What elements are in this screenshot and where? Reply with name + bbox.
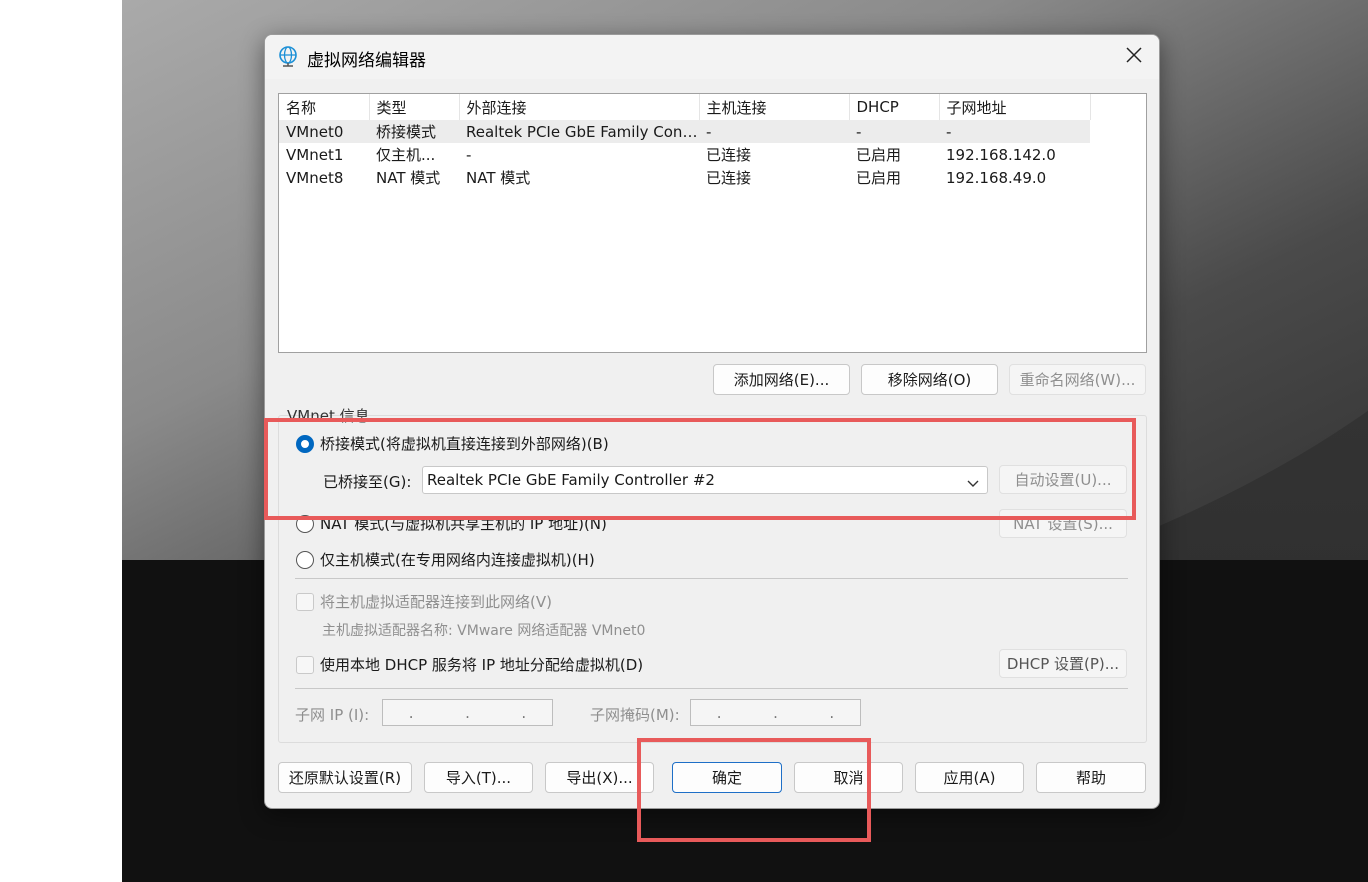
column-header-external[interactable]: 外部连接: [459, 94, 700, 120]
network-globe-icon: [277, 45, 299, 67]
bridged-to-label: 已桥接至(G):: [323, 473, 412, 491]
separator: [295, 578, 1128, 579]
table-cell: VMnet8: [286, 168, 344, 187]
table-cell: 已连接: [706, 169, 752, 187]
table-row-vmnet1[interactable]: VMnet1 仅主机... - 已连接 已启用 192.168.142.0: [279, 143, 1090, 166]
table-cell: NAT 模式: [466, 169, 531, 187]
column-header-host[interactable]: 主机连接: [699, 94, 850, 120]
use-dhcp-checkbox[interactable]: 使用本地 DHCP 服务将 IP 地址分配给虚拟机(D): [296, 654, 643, 675]
subnet-ip-input[interactable]: . . .: [382, 699, 553, 726]
use-dhcp-label: 使用本地 DHCP 服务将 IP 地址分配给虚拟机(D): [320, 656, 644, 674]
cancel-button[interactable]: 取消: [794, 762, 903, 793]
host-only-label: 仅主机模式(在专用网络内连接虚拟机)(H): [320, 551, 595, 569]
network-list[interactable]: 名称 类型 外部连接 主机连接 DHCP 子网地址 VMnet0 桥接模式 Re…: [278, 93, 1147, 353]
separator: [295, 688, 1128, 689]
close-button[interactable]: [1117, 41, 1151, 73]
rename-network-button[interactable]: 重命名网络(W)...: [1009, 364, 1146, 395]
vmnet-info-label: VMnet 信息: [287, 407, 370, 425]
apply-button[interactable]: 应用(A): [915, 762, 1024, 793]
table-cell: 已连接: [706, 146, 752, 164]
column-header-name[interactable]: 名称: [279, 94, 370, 120]
ip-dot: .: [408, 703, 414, 722]
subnet-ip-label: 子网 IP (I):: [295, 706, 370, 724]
table-cell: 已启用: [856, 169, 902, 187]
ip-dot: .: [716, 703, 722, 722]
checkbox-unchecked-icon: [296, 592, 314, 611]
close-icon: [1126, 47, 1142, 67]
dialog-title: 虚拟网络编辑器: [307, 51, 426, 71]
table-cell: NAT 模式: [376, 169, 441, 187]
subnet-mask-input[interactable]: . . .: [690, 699, 861, 726]
table-cell: VMnet1: [286, 145, 344, 164]
table-cell: 已启用: [856, 146, 902, 164]
network-table: 名称 类型 外部连接 主机连接 DHCP 子网地址 VMnet0 桥接模式 Re…: [279, 94, 1091, 189]
remove-network-button[interactable]: 移除网络(O): [861, 364, 998, 395]
bridged-mode-radio[interactable]: 桥接模式(将虚拟机直接连接到外部网络)(B): [296, 433, 609, 454]
nat-mode-label: NAT 模式(与虚拟机共享主机的 IP 地址)(N): [320, 515, 607, 533]
checkbox-unchecked-icon: [296, 655, 314, 674]
auto-settings-button[interactable]: 自动设置(U)...: [999, 465, 1127, 494]
table-cell: Realtek PCIe GbE Family Cont...: [459, 120, 699, 143]
help-button[interactable]: 帮助: [1036, 762, 1146, 793]
ok-button[interactable]: 确定: [672, 762, 782, 793]
table-cell: 桥接模式: [369, 120, 459, 143]
radio-unchecked-icon: [296, 514, 314, 533]
column-header-dhcp[interactable]: DHCP: [849, 94, 940, 120]
radio-unchecked-icon: [296, 550, 314, 569]
title-bar: 虚拟网络编辑器: [265, 35, 1159, 79]
bridged-to-select[interactable]: Realtek PCIe GbE Family Controller #2: [422, 466, 988, 494]
table-header-row: 名称 类型 外部连接 主机连接 DHCP 子网地址: [279, 94, 1091, 120]
ip-dot: .: [773, 703, 778, 722]
virtual-network-editor-dialog: 虚拟网络编辑器 名称 类型 外部连接 主机连接 DHCP 子网地址 VMnet0…: [264, 34, 1160, 809]
nat-settings-button[interactable]: NAT 设置(S)...: [999, 509, 1127, 538]
table-row-vmnet8[interactable]: VMnet8 NAT 模式 NAT 模式 已连接 已启用 192.168.49.…: [279, 166, 1090, 189]
table-cell: 192.168.142.0: [946, 145, 1056, 164]
table-cell: -: [939, 120, 1090, 143]
dhcp-settings-button[interactable]: DHCP 设置(P)...: [999, 649, 1127, 678]
table-cell: -: [466, 145, 472, 164]
restore-defaults-button[interactable]: 还原默认设置(R): [278, 762, 412, 793]
column-header-subnet[interactable]: 子网地址: [939, 94, 1091, 120]
chevron-down-icon: [967, 475, 979, 493]
subnet-mask-label: 子网掩码(M):: [590, 706, 680, 724]
radio-checked-icon: [296, 434, 314, 453]
connect-adapter-checkbox[interactable]: 将主机虚拟适配器连接到此网络(V): [296, 591, 552, 612]
bridged-to-value: Realtek PCIe GbE Family Controller #2: [427, 471, 715, 489]
table-cell: VMnet0: [279, 120, 369, 143]
ip-dot: .: [465, 703, 470, 722]
ip-dot: .: [829, 703, 835, 722]
column-header-type[interactable]: 类型: [369, 94, 460, 120]
table-cell: 仅主机...: [376, 146, 436, 164]
import-button[interactable]: 导入(T)...: [424, 762, 533, 793]
table-cell: 192.168.49.0: [946, 168, 1047, 187]
table-cell: -: [849, 120, 939, 143]
nat-mode-radio[interactable]: NAT 模式(与虚拟机共享主机的 IP 地址)(N): [296, 513, 607, 534]
connect-adapter-label: 将主机虚拟适配器连接到此网络(V): [320, 593, 552, 611]
export-button[interactable]: 导出(X)...: [545, 762, 654, 793]
ip-dot: .: [521, 703, 527, 722]
table-row-vmnet0[interactable]: VMnet0 桥接模式 Realtek PCIe GbE Family Cont…: [279, 120, 1090, 143]
host-only-radio[interactable]: 仅主机模式(在专用网络内连接虚拟机)(H): [296, 549, 595, 570]
add-network-button[interactable]: 添加网络(E)...: [713, 364, 850, 395]
bridged-mode-label: 桥接模式(将虚拟机直接连接到外部网络)(B): [320, 435, 609, 453]
adapter-name-label: 主机虚拟适配器名称: VMware 网络适配器 VMnet0: [322, 623, 646, 639]
table-cell: -: [699, 120, 849, 143]
